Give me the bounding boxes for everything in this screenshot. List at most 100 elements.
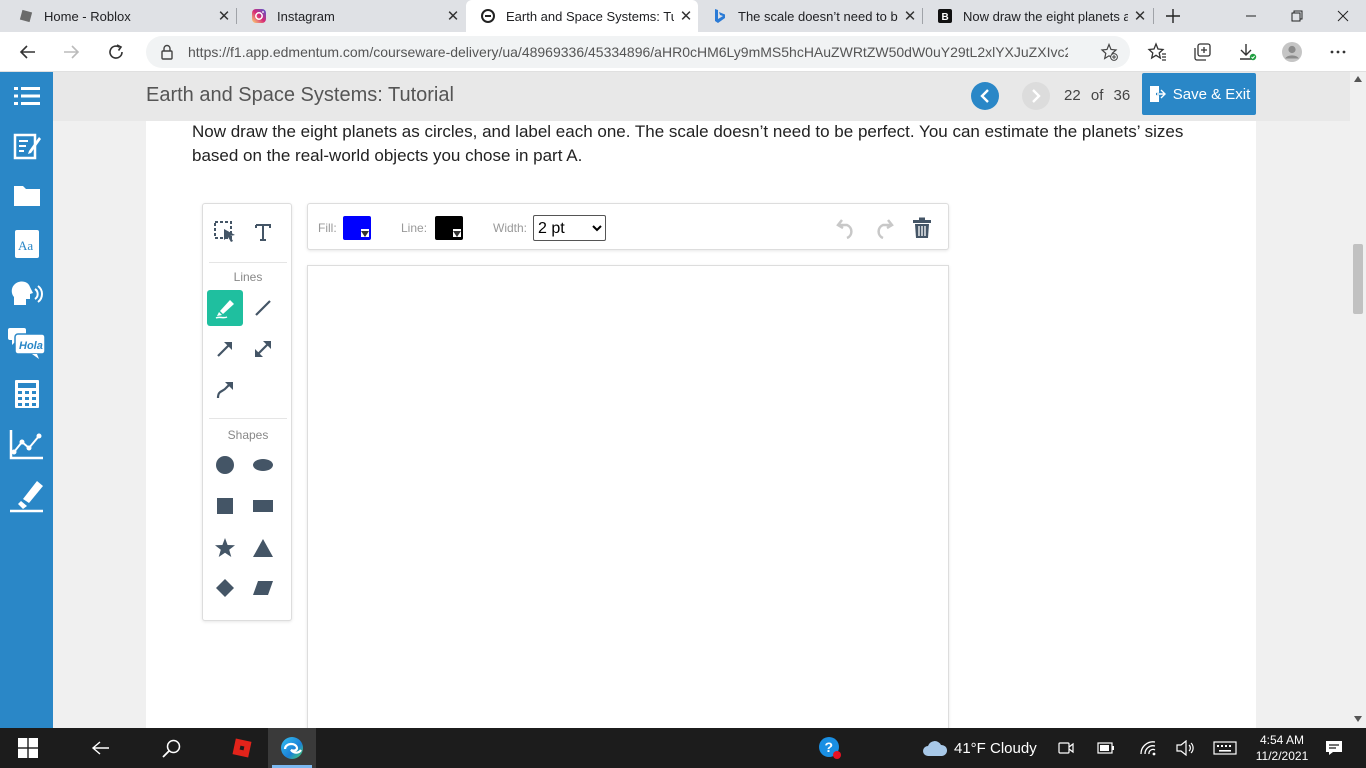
files-button[interactable] [0,171,53,219]
line-graph-icon [9,430,43,460]
highlighter-icon [9,481,43,513]
meet-now-icon[interactable] [1054,728,1078,768]
close-tab-icon[interactable]: ✕ [898,7,922,25]
taskbar-roblox-app[interactable] [220,728,264,768]
page-scrollbar[interactable] [1350,72,1366,728]
redo-icon [877,219,894,239]
back-arrow-icon [91,741,109,755]
instagram-icon [251,8,267,24]
tab-bing[interactable]: The scale doesn’t need to be perfect ✕ [698,0,922,32]
curved-arrow-tool-button[interactable] [207,372,243,408]
forward-button[interactable] [53,32,89,72]
menu-button[interactable] [0,72,53,120]
star-tool-button[interactable] [207,530,243,566]
help-button[interactable]: ? [812,728,848,768]
minimize-button[interactable] [1228,0,1274,32]
double-arrow-tool-button[interactable] [245,331,281,367]
text-to-speech-button[interactable] [0,270,53,318]
folder-icon [13,186,40,206]
start-button[interactable] [6,728,50,768]
square-tool-button[interactable] [207,488,243,524]
triangle-tool-button[interactable] [245,530,281,566]
tab-instagram[interactable]: Instagram ✕ [237,0,465,32]
caret-down-icon [361,231,369,237]
back-button[interactable] [10,32,46,72]
svg-text:B: B [942,12,949,23]
close-window-button[interactable] [1320,0,1366,32]
wifi-icon[interactable] [1136,728,1160,768]
tab-roblox[interactable]: Home - Roblox ✕ [4,0,236,32]
graphing-button[interactable] [0,420,53,468]
close-tab-icon[interactable]: ✕ [441,7,465,25]
calculator-button[interactable] [0,370,53,418]
taskbar-back-button[interactable] [78,728,122,768]
delete-button[interactable] [908,215,936,241]
diamond-tool-button[interactable] [207,570,243,606]
line-label: Line: [401,221,428,235]
close-tab-icon[interactable]: ✕ [1128,7,1152,25]
scroll-up-icon[interactable] [1354,76,1362,82]
drawing-canvas[interactable] [307,265,949,735]
undo-button[interactable] [832,215,860,241]
redo-button[interactable] [870,215,898,241]
select-tool-button[interactable] [207,214,243,250]
fill-color-picker[interactable] [343,216,371,240]
taskbar-edge-app[interactable] [268,728,316,768]
roblox-icon [232,738,252,758]
save-exit-button[interactable]: Save & Exit [1142,73,1256,115]
close-tab-icon[interactable]: ✕ [674,7,698,25]
clock[interactable]: 4:54 AM 11/2/2021 [1244,728,1320,768]
svg-text:Hola: Hola [19,340,43,352]
tab-title: Earth and Space Systems: Tutorial [506,8,674,24]
more-dots-icon [1330,50,1346,54]
notifications-icon[interactable] [1322,728,1346,768]
highlighter-button[interactable] [0,472,53,520]
translation-button[interactable]: Hola [0,320,53,368]
new-tab-button[interactable] [1150,0,1196,32]
refresh-button[interactable] [98,32,134,72]
restore-button[interactable] [1274,0,1320,32]
scroll-down-icon[interactable] [1354,716,1362,722]
touch-keyboard-icon[interactable] [1211,728,1239,768]
weather-widget[interactable]: 41°F Cloudy [922,728,1042,768]
line-color-picker[interactable] [435,216,463,240]
ellipse-tool-button[interactable] [245,447,281,483]
close-tab-icon[interactable]: ✕ [212,7,236,25]
freehand-pen-tool-button[interactable] [207,290,243,326]
volume-icon[interactable] [1173,728,1197,768]
battery-icon[interactable] [1094,728,1118,768]
tab-brainly[interactable]: B Now draw the eight planets as circles … [923,0,1152,32]
rectangle-tool-button[interactable] [245,488,281,524]
scrollbar-thumb[interactable] [1353,244,1363,314]
url-field[interactable]: https://f1.app.edmentum.com/courseware-d… [146,36,1130,68]
search-button[interactable] [150,728,194,768]
double-arrow-icon [255,341,271,357]
straight-line-icon [255,300,271,316]
previous-page-button[interactable] [971,82,999,110]
calculator-icon [14,380,39,408]
circle-tool-button[interactable] [207,447,243,483]
line-tool-button[interactable] [245,290,281,326]
notes-button[interactable] [0,122,53,170]
downloads-button[interactable] [1229,32,1265,72]
lock-icon[interactable] [160,44,174,63]
add-favorite-icon[interactable] [1100,42,1118,64]
collections-button[interactable] [1184,32,1220,72]
parallelogram-shape-icon [253,581,273,595]
lines-section-label: Lines [233,270,263,284]
parallelogram-tool-button[interactable] [245,570,281,606]
next-page-button[interactable] [1022,82,1050,110]
arrow-tool-button[interactable] [207,331,243,367]
profile-button[interactable] [1274,32,1310,72]
trash-icon [913,217,931,238]
bing-icon [712,8,728,24]
settings-menu-button[interactable] [1320,32,1356,72]
notepad-pencil-icon [13,133,41,160]
dictionary-button[interactable]: Aa [0,220,53,268]
width-select[interactable]: 1 pt 2 pt 3 pt 4 pt 5 pt [533,215,606,241]
tab-edmentum[interactable]: Earth and Space Systems: Tutorial ✕ [466,0,698,32]
favorites-button[interactable] [1139,32,1175,72]
speaking-head-icon [11,281,43,305]
text-tool-button[interactable] [245,214,281,250]
palette-divider [209,418,287,419]
